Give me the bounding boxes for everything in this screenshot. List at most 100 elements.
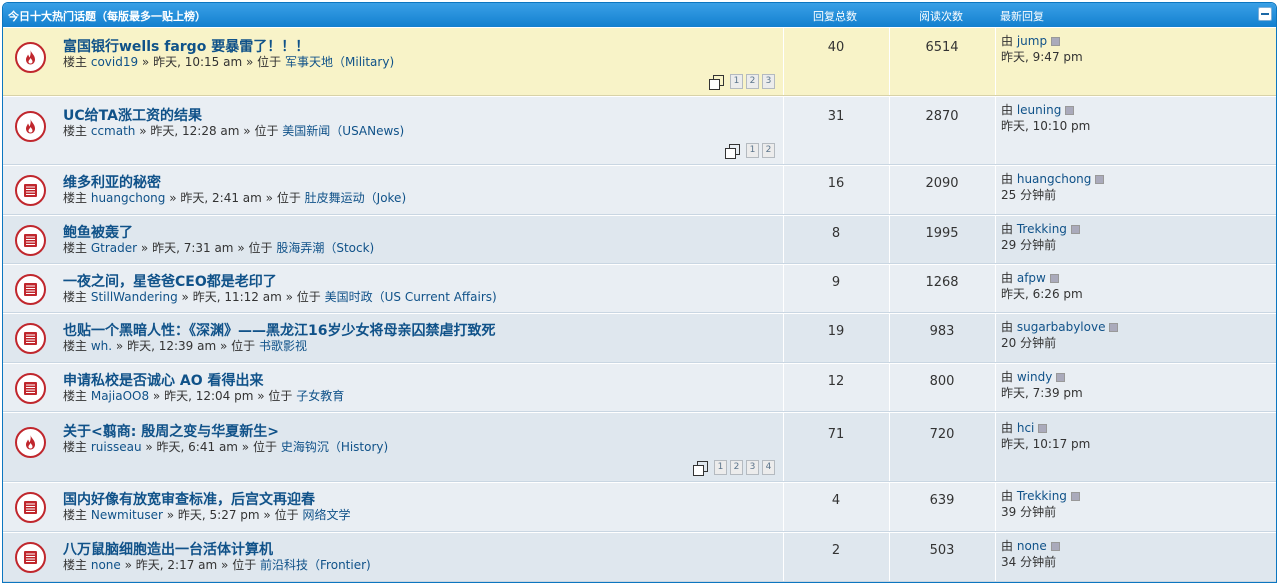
reply-count: 8 [831,226,841,241]
topic-row: 也贴一个黑暗人性：《深渊》——黑龙江16岁少女将母亲囚禁虐打致死 楼主 wh. »… [3,313,1276,363]
last-poster-link[interactable]: huangchong [1017,172,1092,186]
author-link[interactable]: Newmituser [91,508,163,522]
last-post: 由 windy 昨天, 7:39 pm [1001,369,1083,401]
last-post-time: 昨天, 10:10 pm [1001,119,1091,133]
goto-last-post-icon[interactable] [1095,175,1105,184]
goto-last-post-icon[interactable] [1065,106,1075,115]
forum-link[interactable]: 美国时政（US Current Affairs) [325,290,497,304]
forum-link[interactable]: 美国新闻（USANews) [282,124,404,138]
author-link[interactable]: ccmath [91,124,136,138]
last-post-prefix: 由 [1001,103,1014,117]
forum-link[interactable]: 军事天地（Military) [285,55,394,69]
page-link[interactable]: 1 [730,74,743,89]
page-link[interactable]: 2 [762,143,775,158]
hot-topics-panel: 今日十大热门话题（每版最多一贴上榜） 回复总数 阅读次数 最新回复 富国银行we… [2,2,1277,583]
author-link[interactable]: StillWandering [91,290,178,304]
reply-count: 2 [831,543,841,558]
forum-link[interactable]: 网络文学 [302,508,350,522]
author-link[interactable]: Gtrader [91,241,137,255]
page-link[interactable]: 3 [762,74,775,89]
last-post-prefix: 由 [1001,320,1014,334]
forum-link[interactable]: 史海钩沉（History) [281,440,388,454]
last-poster-link[interactable]: windy [1017,370,1052,384]
topic-icon [15,225,46,256]
post-time: 昨天, 12:04 pm [164,389,254,403]
goto-last-post-icon[interactable] [1049,274,1059,283]
last-poster-link[interactable]: Trekking [1017,222,1067,236]
divider [783,413,784,481]
goto-last-post-icon[interactable] [1070,225,1080,234]
divider [783,483,784,531]
last-post-time: 20 分钟前 [1001,336,1057,350]
forum-link[interactable]: 前沿科技（Frontier) [260,558,371,572]
page-link[interactable]: 3 [746,460,759,475]
reply-count: 71 [827,427,845,442]
topic-row: 鲍鱼被轰了 楼主 Gtrader » 昨天, 7:31 am » 位于 股海弄潮（… [3,215,1276,264]
last-poster-link[interactable]: leuning [1017,103,1061,117]
last-poster-link[interactable]: sugarbabylove [1017,320,1106,334]
topic-meta: 楼主 none » 昨天, 2:17 am » 位于 前沿科技（Frontier… [63,558,371,572]
topic-meta: 楼主 Newmituser » 昨天, 5:27 pm » 位于 网络文学 [63,508,351,522]
goto-last-post-icon[interactable] [1109,323,1119,332]
forum-link[interactable]: 书歌影视 [259,339,307,353]
divider [889,216,890,263]
reply-count: 4 [831,493,841,508]
divider [995,533,996,581]
divider [783,364,784,411]
goto-last-post-icon[interactable] [1038,424,1048,433]
goto-last-post-icon[interactable] [1050,542,1060,551]
author-link[interactable]: MajiaOO8 [91,389,149,403]
last-poster-link[interactable]: afpw [1017,271,1046,285]
last-post-time: 39 分钟前 [1001,505,1057,519]
last-post: 由 jump 昨天, 9:47 pm [1001,33,1083,65]
last-poster-link[interactable]: hci [1017,421,1035,435]
reply-count: 12 [827,374,845,389]
post-time: 昨天, 7:31 am [152,241,234,255]
last-post-prefix: 由 [1001,222,1014,236]
pagination: 1234 [693,460,775,476]
author-prefix: 楼主 [63,191,88,205]
author-prefix: 楼主 [63,55,88,69]
author-link[interactable]: wh. [91,339,112,353]
author-prefix: 楼主 [63,290,88,304]
page-link[interactable]: 2 [730,460,743,475]
goto-last-post-icon[interactable] [1070,492,1080,501]
forum-link[interactable]: 肚皮舞运动（Joke) [305,191,406,205]
topic-meta: 楼主 covid19 » 昨天, 10:15 am » 位于 军事天地（Mili… [63,55,395,69]
author-prefix: 楼主 [63,508,88,522]
divider [783,28,784,95]
author-link[interactable]: none [91,558,121,572]
topic-icon [15,492,46,523]
last-poster-link[interactable]: Trekking [1017,489,1067,503]
last-post: 由 afpw 昨天, 6:26 pm [1001,270,1083,302]
panel-title: 今日十大热门话题（每版最多一贴上榜） [8,10,206,23]
last-poster-link[interactable]: jump [1017,34,1047,48]
page-link[interactable]: 1 [714,460,727,475]
divider [889,533,890,581]
author-prefix: 楼主 [63,124,88,138]
forum-prefix: 位于 [248,241,273,255]
author-link[interactable]: huangchong [91,191,166,205]
page-link[interactable]: 4 [762,460,775,475]
replies-column-header: 回复总数 [813,10,857,23]
divider [995,364,996,411]
topic-icon [15,373,46,404]
hot-topic-icon [15,427,46,458]
forum-link[interactable]: 股海弄潮（Stock) [276,241,374,255]
topic-meta: 楼主 ruisseau » 昨天, 6:41 am » 位于 史海钩沉（Hist… [63,440,389,454]
divider [783,533,784,581]
goto-last-post-icon[interactable] [1051,37,1061,46]
author-link[interactable]: ruisseau [91,440,142,454]
page-link[interactable]: 1 [746,143,759,158]
collapse-icon[interactable] [1258,7,1272,21]
topic-row: 维多利亚的秘密 楼主 huangchong » 昨天, 2:41 am » 位于 … [3,165,1276,215]
author-link[interactable]: covid19 [91,55,138,69]
last-poster-link[interactable]: none [1017,539,1047,553]
post-time: 昨天, 6:41 am [156,440,238,454]
post-time: 昨天, 12:39 am [127,339,217,353]
forum-link[interactable]: 子女教育 [296,389,344,403]
topic-row: UC给TA涨工资的结果 楼主 ccmath » 昨天, 12:28 am » 位于… [3,96,1276,165]
post-time: 昨天, 5:27 pm [177,508,260,522]
goto-last-post-icon[interactable] [1056,373,1066,382]
page-link[interactable]: 2 [746,74,759,89]
